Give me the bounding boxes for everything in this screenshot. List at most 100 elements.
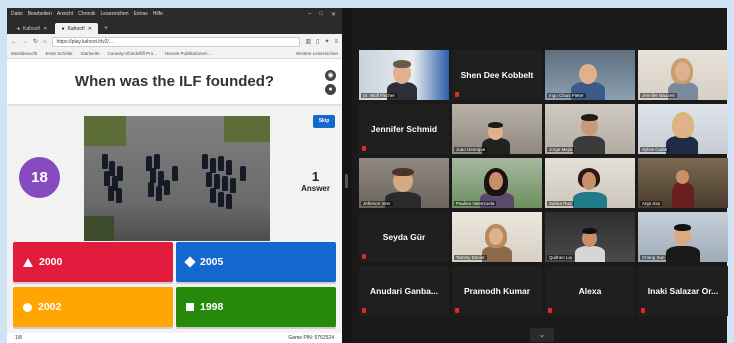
tab-label: Kahoot! bbox=[67, 25, 85, 32]
participant-display-name: Alexa bbox=[578, 286, 602, 296]
muted-icon bbox=[548, 308, 552, 313]
bookmarks-bar: Meistbesucht Erste Schritte Startseite C… bbox=[7, 49, 342, 59]
game-pin: Game PIN: 5762524 bbox=[288, 335, 334, 341]
menu-view[interactable]: Ansicht bbox=[57, 11, 73, 17]
participant-name: Ingo Claus Pieter bbox=[547, 93, 586, 98]
menu-bar: Datei Bearbeiten Ansicht Chronik Lesezei… bbox=[7, 8, 342, 20]
chevron-down-icon[interactable]: ⌄ bbox=[530, 328, 554, 342]
participant-display-name: Seyda Gür bbox=[382, 232, 426, 242]
skip-button[interactable]: Skip bbox=[313, 115, 335, 128]
bookmark-item[interactable]: Neuste Publikationen... bbox=[165, 51, 211, 56]
circle-icon bbox=[23, 302, 32, 312]
participant-name: Quitheo Lia bbox=[547, 255, 575, 260]
participant-tile[interactable]: Tammy Daviet bbox=[452, 212, 542, 262]
other-bookmarks[interactable]: Weitere Lesezeichen bbox=[296, 51, 342, 56]
muted-icon bbox=[362, 146, 366, 151]
answer-label: 2005 bbox=[200, 256, 224, 268]
question-progress: 1/8 bbox=[15, 335, 22, 341]
muted-icon bbox=[641, 308, 645, 313]
participant-tile[interactable]: Paulina Valenzuela bbox=[452, 158, 542, 208]
muted-icon bbox=[362, 308, 366, 313]
participant-tile[interactable]: Anja Ssa bbox=[638, 158, 728, 208]
participant-display-name: Shen Dee Kobbelt bbox=[460, 70, 534, 80]
participant-tile[interactable]: Jorge Mejia bbox=[545, 104, 635, 154]
muted-icon bbox=[455, 308, 459, 313]
participant-name: Sahira Ruiz bbox=[547, 201, 575, 206]
participant-tile[interactable]: Anudari Ganba... bbox=[359, 266, 449, 316]
tab-kahoot-2[interactable]: ● Kahoot! ✕ bbox=[55, 23, 98, 34]
address-bar[interactable]: https://play.kahoot.it/v2/... bbox=[51, 36, 301, 47]
settings-icon[interactable]: ● bbox=[325, 84, 336, 95]
favicon-icon: ● bbox=[17, 25, 21, 32]
close-window-button[interactable]: ✕ bbox=[331, 11, 336, 18]
participant-tile[interactable]: Dr. Wolf Fischer bbox=[359, 50, 449, 100]
answer-red[interactable]: 2000 bbox=[13, 242, 173, 282]
game-footer: 1/8 Game PIN: 5762524 bbox=[7, 333, 342, 343]
participant-tile[interactable]: Seyda Gür bbox=[359, 212, 449, 262]
reload-icon[interactable]: ↻ bbox=[33, 38, 38, 45]
question-header: When was the ILF founded? ◉ ● bbox=[7, 59, 342, 104]
menu-help[interactable]: Hilfe bbox=[153, 11, 163, 17]
new-tab-button[interactable]: + bbox=[100, 23, 112, 34]
tab-bar: ● Kahoot! ✕ ● Kahoot! ✕ + bbox=[7, 20, 342, 34]
video-gallery: Dr. Wolf Fischer Shen Dee Kobbelt Ingo C… bbox=[352, 8, 728, 343]
home-icon[interactable]: ⌂ bbox=[43, 39, 47, 45]
menu-bookmarks[interactable]: Lesezeichen bbox=[101, 11, 129, 17]
library-icon[interactable]: ▥ bbox=[305, 38, 311, 45]
close-icon[interactable]: ✕ bbox=[43, 26, 47, 32]
sound-icon[interactable]: ◉ bbox=[325, 70, 336, 81]
tab-label: Kahoot! bbox=[23, 25, 41, 32]
participant-tile-active-speaker[interactable]: Jennifer Bauzert bbox=[638, 50, 728, 100]
favicon-icon: ● bbox=[61, 25, 65, 32]
participant-name: Dr. Wolf Fischer bbox=[361, 93, 397, 98]
participant-tile[interactable]: Jeferson Inter bbox=[359, 158, 449, 208]
navigation-bar: ← → ↻ ⌂ https://play.kahoot.it/v2/... ▥ … bbox=[7, 34, 342, 49]
participant-tile[interactable]: Sahira Ruiz bbox=[545, 158, 635, 208]
participant-name: Anja Ssa bbox=[640, 201, 663, 206]
menu-history[interactable]: Chronik bbox=[78, 11, 95, 17]
participant-tile[interactable]: Alexa bbox=[545, 266, 635, 316]
participant-tile[interactable]: Sylvie Cadet bbox=[638, 104, 728, 154]
participant-tile[interactable]: Jennifer Schmid bbox=[359, 104, 449, 154]
participant-tile[interactable]: Ingo Claus Pieter bbox=[545, 50, 635, 100]
menu-tools[interactable]: Extras bbox=[134, 11, 148, 17]
bookmark-item[interactable]: Startseite bbox=[81, 51, 100, 56]
forward-icon[interactable]: → bbox=[22, 39, 28, 45]
menu-icon[interactable]: ≡ bbox=[334, 39, 338, 45]
tab-kahoot-1[interactable]: ● Kahoot! ✕ bbox=[11, 23, 53, 34]
participant-tile[interactable]: Joao Henrique bbox=[452, 104, 542, 154]
answer-counter: 1 Answer bbox=[301, 169, 330, 193]
participant-tile[interactable]: Cheng Sun bbox=[638, 212, 728, 262]
participant-tile[interactable]: Quitheo Lia bbox=[545, 212, 635, 262]
participant-display-name: Pramodh Kumar bbox=[463, 286, 531, 296]
bookmark-item[interactable]: Meistbesucht bbox=[11, 51, 38, 56]
answer-count-number: 1 bbox=[311, 169, 320, 184]
answer-yellow[interactable]: 2002 bbox=[13, 287, 173, 327]
square-icon bbox=[186, 303, 194, 311]
sidebar-icon[interactable]: ▯ bbox=[316, 38, 319, 45]
answer-green[interactable]: 1998 bbox=[176, 287, 336, 327]
answer-label: 1998 bbox=[200, 301, 224, 313]
participant-tile[interactable]: Shen Dee Kobbelt bbox=[452, 50, 542, 100]
kahoot-game: When was the ILF founded? ◉ ● Skip 18 1 … bbox=[7, 59, 342, 343]
question-text: When was the ILF founded? bbox=[74, 73, 275, 90]
minimize-button[interactable]: – bbox=[308, 11, 311, 18]
muted-icon bbox=[455, 92, 459, 97]
close-icon[interactable]: ✕ bbox=[88, 26, 92, 32]
resize-handle[interactable] bbox=[345, 174, 348, 188]
bookmark-item[interactable]: Erste Schritte bbox=[46, 51, 73, 56]
diamond-icon bbox=[184, 256, 196, 268]
answer-blue[interactable]: 2005 bbox=[176, 242, 336, 282]
screen: Datei Bearbeiten Ansicht Chronik Lesezei… bbox=[7, 8, 728, 343]
menu-file[interactable]: Datei bbox=[11, 11, 23, 17]
participant-name: Jeferson Inter bbox=[361, 201, 393, 206]
participant-tile[interactable]: Pramodh Kumar bbox=[452, 266, 542, 316]
participant-tile[interactable]: Inaki Salazar Or... bbox=[638, 266, 728, 316]
menu-edit[interactable]: Bearbeiten bbox=[28, 11, 52, 17]
bookmark-item[interactable]: Conway-Shindelliff-Pro... bbox=[108, 51, 157, 56]
answer-label: 2000 bbox=[39, 256, 63, 268]
extension-icon[interactable]: ✦ bbox=[324, 38, 329, 45]
back-icon[interactable]: ← bbox=[11, 39, 17, 45]
maximize-button[interactable]: □ bbox=[319, 11, 323, 18]
participant-name: Sylvie Cadet bbox=[640, 147, 670, 152]
